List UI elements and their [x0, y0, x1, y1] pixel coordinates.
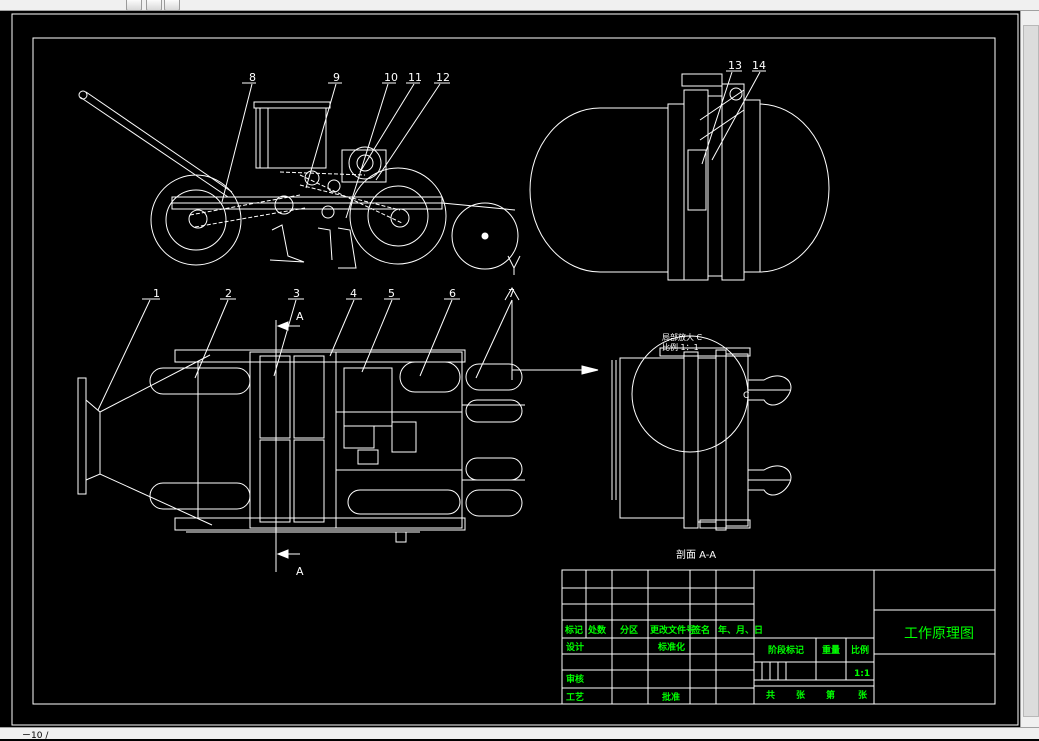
approve-label: 批准 [662, 691, 680, 703]
toolbar-button[interactable] [126, 0, 142, 11]
top-toolbar [0, 0, 1039, 11]
part-number-11: 11 [408, 71, 422, 84]
scale-label: 比例 [851, 644, 869, 656]
status-bar: ㄧ10 / [0, 727, 1039, 741]
detail-label-1: 局部放大 C [662, 332, 703, 342]
detail-view [529, 70, 830, 281]
toolbar-button[interactable] [164, 0, 180, 11]
part-number-9: 9 [333, 71, 340, 84]
header-date: 年、月、日 [718, 624, 763, 636]
sheet-unit-1: 张 [796, 689, 806, 701]
section-marker-top: A [296, 310, 304, 323]
header-change-doc: 更改文件号 [650, 624, 695, 636]
header-zone: 分区 [620, 624, 638, 636]
sheet-index: 第 [826, 689, 835, 701]
section-marker-bottom: A [296, 565, 304, 578]
toolbar-button[interactable] [146, 0, 162, 11]
part-number-5: 5 [388, 287, 395, 300]
top-view [77, 287, 599, 572]
title-block-texts: 标记 处数 分区 更改文件号 签名 年、月、日 设计 标准化 审核 工艺 批准 … [564, 624, 974, 703]
process-label: 工艺 [566, 691, 584, 703]
coordinate-readout: ㄧ10 / [22, 731, 49, 741]
drawing-canvas[interactable]: 8 9 10 11 12 1 2 3 4 5 6 7 13 14 A A 剖面 … [0, 11, 1020, 727]
weight-label: 重量 [822, 644, 840, 656]
part-number-13: 13 [728, 59, 742, 72]
scale-value: 1:1 [854, 669, 870, 679]
part-number-8: 8 [249, 71, 256, 84]
design-label: 设计 [566, 641, 584, 653]
part-number-1: 1 [153, 287, 160, 300]
drawing-title: 工作原理图 [904, 626, 974, 642]
part-number-14: 14 [752, 59, 766, 72]
section-view-label: 剖面 A-A [676, 548, 716, 561]
standardization-label: 标准化 [657, 641, 685, 653]
part-number-2: 2 [225, 287, 232, 300]
front-view [78, 82, 521, 275]
header-sign: 签名 [691, 624, 710, 636]
part-number-10: 10 [384, 71, 398, 84]
scrollbar-thumb[interactable] [1023, 25, 1039, 717]
header-count: 处数 [587, 624, 607, 636]
header-mark: 标记 [564, 624, 583, 636]
part-number-6: 6 [449, 287, 456, 300]
detail-marker: C [743, 391, 749, 401]
part-number-7: 7 [508, 287, 515, 300]
review-label: 审核 [566, 673, 584, 685]
part-number-3: 3 [293, 287, 300, 300]
sheet-total: 共 [766, 689, 775, 701]
section-view [611, 335, 792, 531]
detail-label-2: 比例 1：1 [662, 342, 699, 352]
part-number-4: 4 [350, 287, 357, 300]
part-number-12: 12 [436, 71, 450, 84]
sheet-unit-2: 张 [858, 689, 868, 701]
inner-frame [32, 37, 996, 705]
stage-mark-label: 阶段标记 [768, 644, 804, 656]
vertical-scrollbar[interactable] [1020, 11, 1039, 727]
